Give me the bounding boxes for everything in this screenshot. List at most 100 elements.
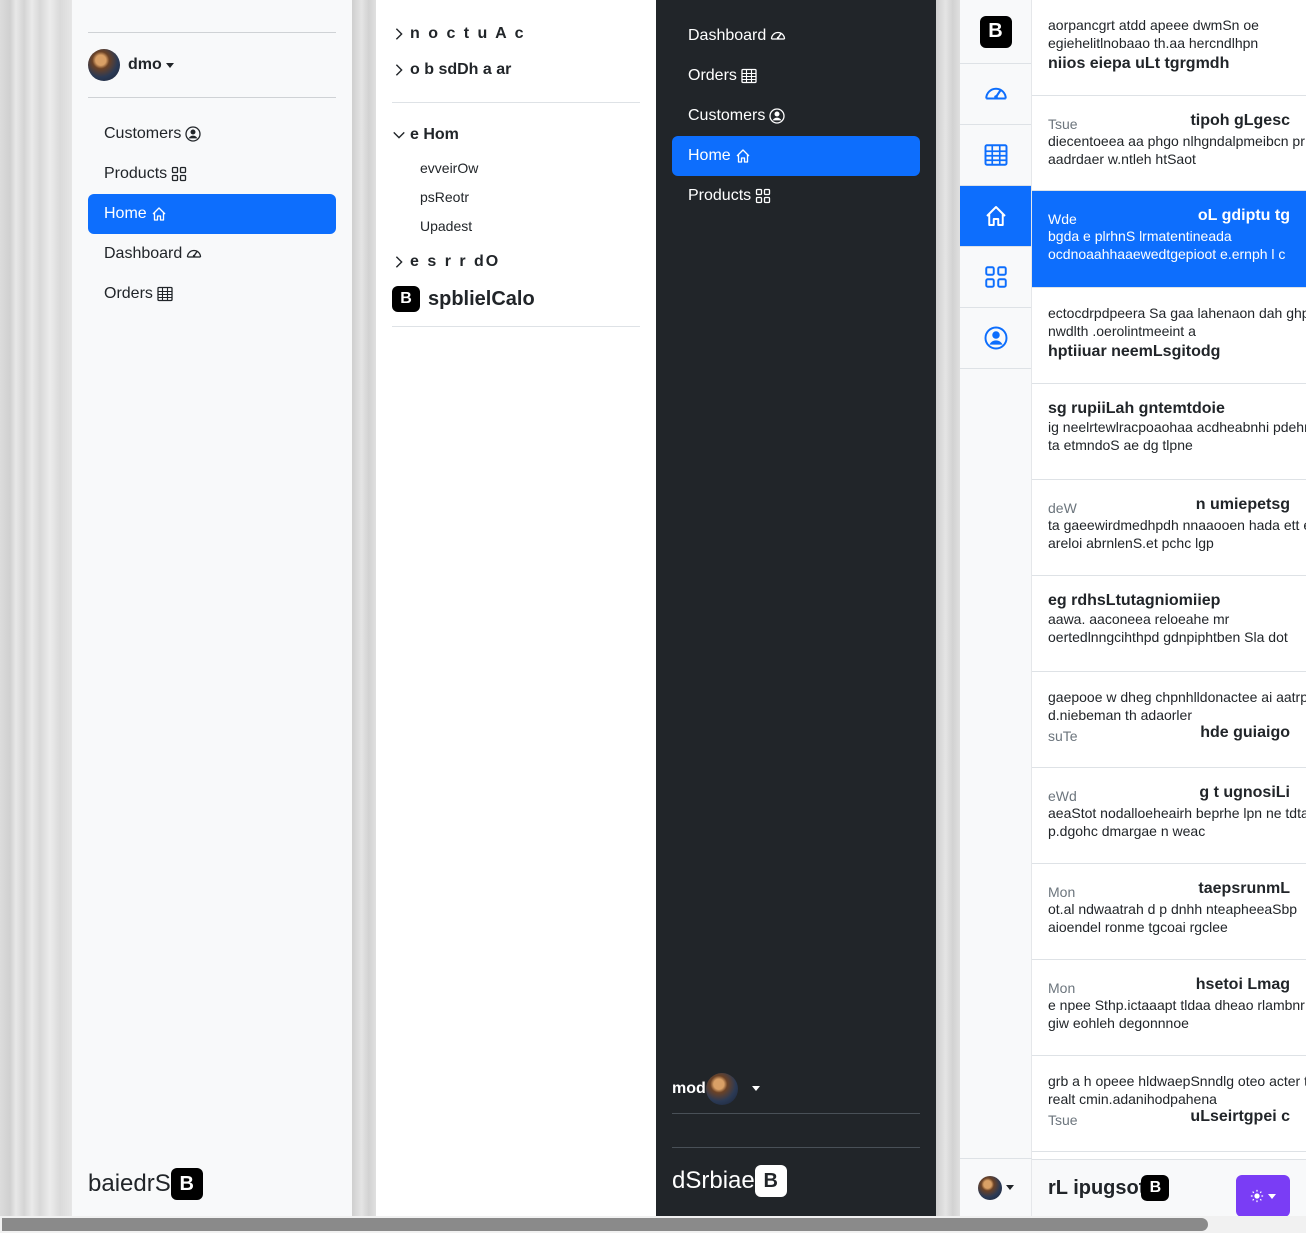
scrollbar-thumb[interactable] bbox=[2, 1218, 1208, 1231]
brand-link[interactable]: dSrbiae B bbox=[672, 1165, 787, 1197]
collapsible-sidebar: n o c t u A c o b sdDh a ar e Hom evveir… bbox=[376, 0, 656, 1216]
list-item-day: Mon bbox=[1048, 884, 1076, 900]
list-item-subject: oL gdiptu tg bbox=[1197, 207, 1290, 224]
speedometer-icon bbox=[186, 246, 202, 262]
rail-item-products[interactable] bbox=[960, 247, 1031, 308]
person-circle-icon bbox=[185, 126, 201, 142]
brand-link[interactable]: baiedrS B bbox=[88, 1168, 203, 1200]
user-dropdown[interactable]: dmo bbox=[88, 32, 336, 98]
sidebar-item-dashboard[interactable]: Dashboard bbox=[88, 234, 336, 274]
rail-brand[interactable]: B bbox=[960, 0, 1031, 64]
tree-sub-link[interactable]: psReotr bbox=[392, 182, 640, 211]
list-item-body: bgda e plrhnS lrmatentineada ocdnoaahhaae… bbox=[1048, 228, 1286, 262]
avatar bbox=[978, 1175, 1002, 1200]
sidebar-item-customers[interactable]: Customers bbox=[672, 96, 920, 136]
sidebar-item-products[interactable]: Products bbox=[88, 154, 336, 194]
list-item-active[interactable]: Wde oL gdiptu tg bgda e plrhnS lrmatentin… bbox=[1032, 191, 1306, 288]
theme-toggle-button[interactable] bbox=[1236, 1175, 1290, 1217]
house-icon bbox=[735, 148, 751, 164]
list-item[interactable]: gaepooe w dheg chpnhlldonactee ai aatrp d… bbox=[1032, 672, 1306, 768]
tree-sub-link[interactable]: evveirOw bbox=[392, 153, 640, 182]
backdrop-strip bbox=[0, 0, 72, 1216]
list-item-day: eWd bbox=[1048, 788, 1077, 804]
list-item-body: ot.al ndwaatrah d p dnhh nteapheeaSbp aio… bbox=[1048, 901, 1298, 935]
chevron-right-icon bbox=[392, 27, 406, 41]
user-dropdown[interactable] bbox=[960, 1158, 1032, 1216]
table-icon bbox=[741, 68, 757, 84]
rail-item-home[interactable] bbox=[960, 186, 1031, 247]
sidebar-item-label: Dashboard bbox=[104, 245, 183, 262]
bootstrap-logo-icon: B bbox=[392, 286, 420, 312]
chevron-right-icon bbox=[392, 63, 406, 77]
list-item-body: aorpancgrt atdd apeee dwmSn oe egiehelitl… bbox=[1048, 17, 1259, 51]
sidebar-light: dmo Customers Products Home Dashboard Or… bbox=[72, 0, 352, 1216]
sidebar-item-label: Orders bbox=[104, 285, 153, 302]
tree-label: e Hom bbox=[410, 126, 459, 143]
list-item-subject: g t ugnosiLi bbox=[1199, 784, 1290, 801]
rail-item-orders[interactable] bbox=[960, 125, 1031, 186]
brand-name: dSrbiae bbox=[672, 1167, 755, 1194]
tree-sub-link[interactable]: Upadest bbox=[392, 211, 640, 240]
list-item-body: ta gaeewirdmedhpdh nnaaooen hada ett e ar… bbox=[1048, 517, 1306, 551]
list-item[interactable]: aorpancgrt atdd apeee dwmSn oe egiehelitl… bbox=[1032, 0, 1306, 96]
list-item[interactable]: sg rupiiLah gntemtdoie ig neelrtewlracpo… bbox=[1032, 384, 1306, 480]
username: dmo bbox=[128, 56, 162, 73]
list-item[interactable]: Mon taepsrunmL ot.al ndwaatrah d p dnhh n… bbox=[1032, 864, 1306, 960]
avatar bbox=[705, 1072, 738, 1105]
grid-icon bbox=[755, 188, 771, 204]
list-item[interactable]: eg rdhsLtutagniomiiep aawa. aaconeea rel… bbox=[1032, 576, 1306, 672]
list-item-day: suTe bbox=[1048, 728, 1078, 744]
sidebar-item-home[interactable]: Home bbox=[88, 194, 336, 234]
user-dropdown[interactable]: mod bbox=[672, 1064, 920, 1114]
tree-toggle-item[interactable]: n o c t u A c bbox=[392, 16, 640, 52]
list-item[interactable]: grb a h opeee hldwaepSnndlg oteo acter t… bbox=[1032, 1056, 1306, 1152]
sidebar-item-label: Products bbox=[104, 165, 168, 182]
tree-toggle-item[interactable]: o b sdDh a ar bbox=[392, 52, 640, 88]
list-item[interactable]: deW n umiepetsg ta gaeewirdmedhpdh nnaaoo… bbox=[1032, 480, 1306, 576]
chevron-down-icon bbox=[392, 128, 406, 142]
sidebar-item-products[interactable]: Products bbox=[672, 176, 920, 216]
rail-item-dashboard[interactable] bbox=[960, 64, 1031, 125]
list-item-day: Tsue bbox=[1048, 1112, 1078, 1128]
sun-icon bbox=[1250, 1189, 1264, 1203]
sidebar-item-label: Orders bbox=[688, 67, 737, 84]
divider bbox=[392, 326, 640, 327]
message-list: aorpancgrt atdd apeee dwmSn oe egiehelitl… bbox=[1032, 0, 1306, 1216]
list-item[interactable]: eWd g t ugnosiLi aeaStot nodalloeheairh b… bbox=[1032, 768, 1306, 864]
divider bbox=[672, 1147, 920, 1148]
rail-item-customers[interactable] bbox=[960, 308, 1031, 369]
sidebar-item-dashboard[interactable]: Dashboard bbox=[672, 16, 920, 56]
sidebar-nav: Customers Products Home Dashboard Orders bbox=[88, 114, 336, 314]
grid-icon bbox=[171, 166, 187, 182]
list-item[interactable]: Mon hsetoi Lmag e npee Sthp.ictaaapt tlda… bbox=[1032, 960, 1306, 1056]
list-item-body: aawa. aaconeea reloeahe mr oertedlnngciht… bbox=[1048, 611, 1288, 645]
horizontal-scrollbar[interactable] bbox=[0, 1216, 1306, 1233]
sidebar-dark: Dashboard Orders Customers Home Products… bbox=[656, 0, 936, 1216]
brand-link[interactable]: B spblielCalo bbox=[392, 286, 640, 312]
sidebar-item-orders[interactable]: Orders bbox=[672, 56, 920, 96]
list-item-subject: eg rdhsLtutagniomiiep bbox=[1048, 592, 1221, 609]
list-item[interactable]: ectocdrpdpeera Sa gaa lahenaon dah ghp nw… bbox=[1032, 288, 1306, 384]
tree-label: o b sdDh a ar bbox=[410, 61, 512, 78]
divider bbox=[392, 102, 640, 103]
caret-down-icon bbox=[1006, 1185, 1014, 1190]
list-item-day: Wde bbox=[1048, 211, 1077, 227]
tree-toggle-home[interactable]: e Hom bbox=[392, 117, 640, 153]
grid-icon bbox=[984, 265, 1008, 289]
backdrop-strip bbox=[936, 0, 960, 1216]
sidebar-item-label: Products bbox=[688, 187, 752, 204]
list-item-subject: hsetoi Lmag bbox=[1195, 976, 1290, 993]
list-item-subject: n umiepetsg bbox=[1195, 496, 1290, 513]
list-item-subject: niios eiepa uLt tgrgmdh bbox=[1048, 55, 1230, 72]
backdrop-strip bbox=[352, 0, 376, 1216]
speedometer-icon bbox=[984, 82, 1008, 106]
sidebar-item-customers[interactable]: Customers bbox=[88, 114, 336, 154]
tree-toggle-orders[interactable]: e s r r dO bbox=[392, 244, 640, 280]
list-item-subject: sg rupiiLah gntemtdoie bbox=[1048, 400, 1225, 417]
sidebar-item-home[interactable]: Home bbox=[672, 136, 920, 176]
sidebar-item-label: Home bbox=[104, 205, 147, 222]
caret-down-icon bbox=[751, 1086, 760, 1091]
list-item[interactable]: Tsue tipoh gLgesc diecentoeea aa phgo nlh… bbox=[1032, 96, 1306, 191]
sidebar-item-orders[interactable]: Orders bbox=[88, 274, 336, 314]
sidebar-item-label: Customers bbox=[688, 107, 766, 124]
